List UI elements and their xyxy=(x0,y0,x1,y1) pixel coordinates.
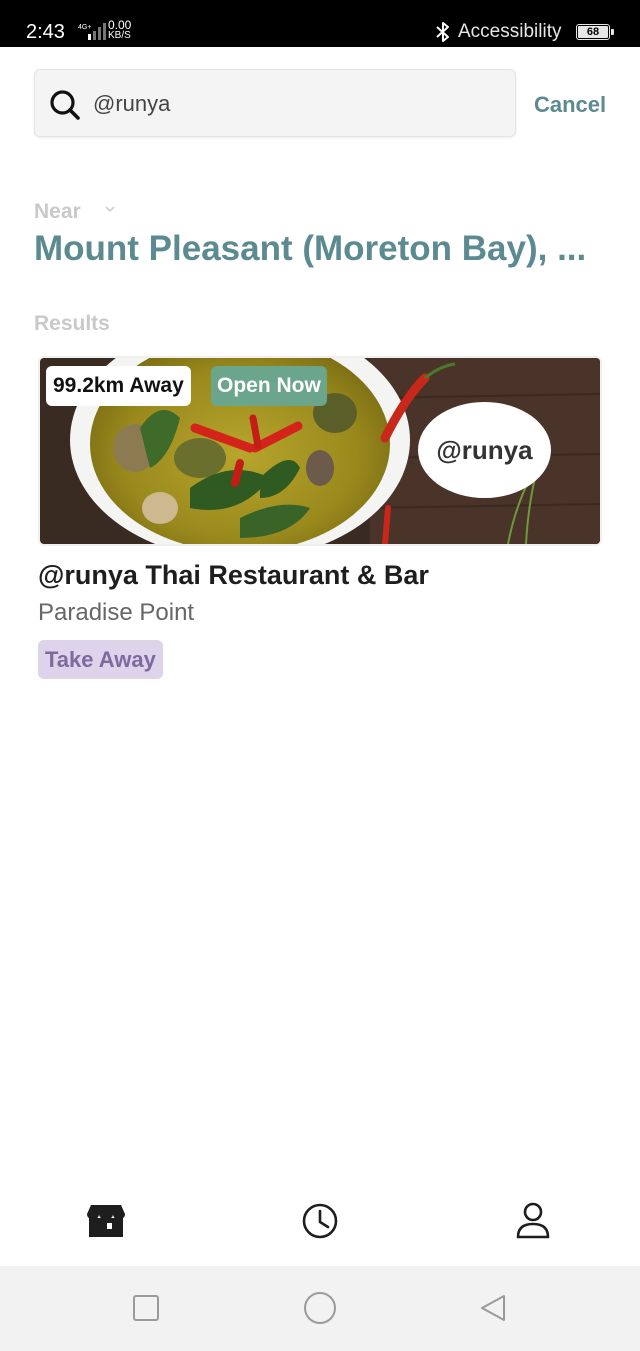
user-icon[interactable] xyxy=(512,1200,554,1242)
distance-badge: 99.2km Away xyxy=(46,366,191,406)
data-rate-unit: KB/S xyxy=(108,30,131,41)
home-icon[interactable] xyxy=(303,1291,337,1325)
search-box[interactable] xyxy=(34,69,516,137)
bluetooth-icon xyxy=(436,22,449,42)
accessibility-label: Accessibility xyxy=(458,21,562,42)
bottom-nav xyxy=(0,1186,640,1266)
battery-level: 68 xyxy=(578,26,608,38)
takeaway-tag: Take Away xyxy=(38,640,163,679)
battery-icon: 68 xyxy=(576,24,614,40)
restaurant-logo-text: @runya xyxy=(436,435,533,465)
signal-icon: 4G+ xyxy=(78,23,106,40)
results-label: Results xyxy=(34,312,110,335)
cancel-button[interactable]: Cancel xyxy=(534,91,606,119)
status-badge: Open Now xyxy=(211,366,327,406)
recent-apps-icon[interactable] xyxy=(131,1293,161,1323)
status-time: 2:43 xyxy=(26,21,65,43)
restaurant-name[interactable]: @runya Thai Restaurant & Bar xyxy=(38,558,429,592)
clock-icon[interactable] xyxy=(299,1200,341,1242)
search-icon xyxy=(50,90,80,120)
back-icon[interactable] xyxy=(478,1293,508,1323)
location-name[interactable]: Mount Pleasant (Moreton Bay), ... xyxy=(34,227,614,271)
system-nav-bar xyxy=(0,1266,640,1351)
data-rate: 0.00 KB/S xyxy=(108,19,138,41)
search-input[interactable] xyxy=(93,84,493,124)
restaurant-area: Paradise Point xyxy=(38,599,195,626)
store-icon[interactable] xyxy=(85,1200,127,1242)
status-bar: 2:43 4G+ 0.00 KB/S Accessibility 68 xyxy=(0,0,640,47)
chevron-down-icon[interactable] xyxy=(104,204,116,214)
near-label[interactable]: Near xyxy=(34,199,81,225)
network-type-text: 4G+ xyxy=(78,24,91,31)
